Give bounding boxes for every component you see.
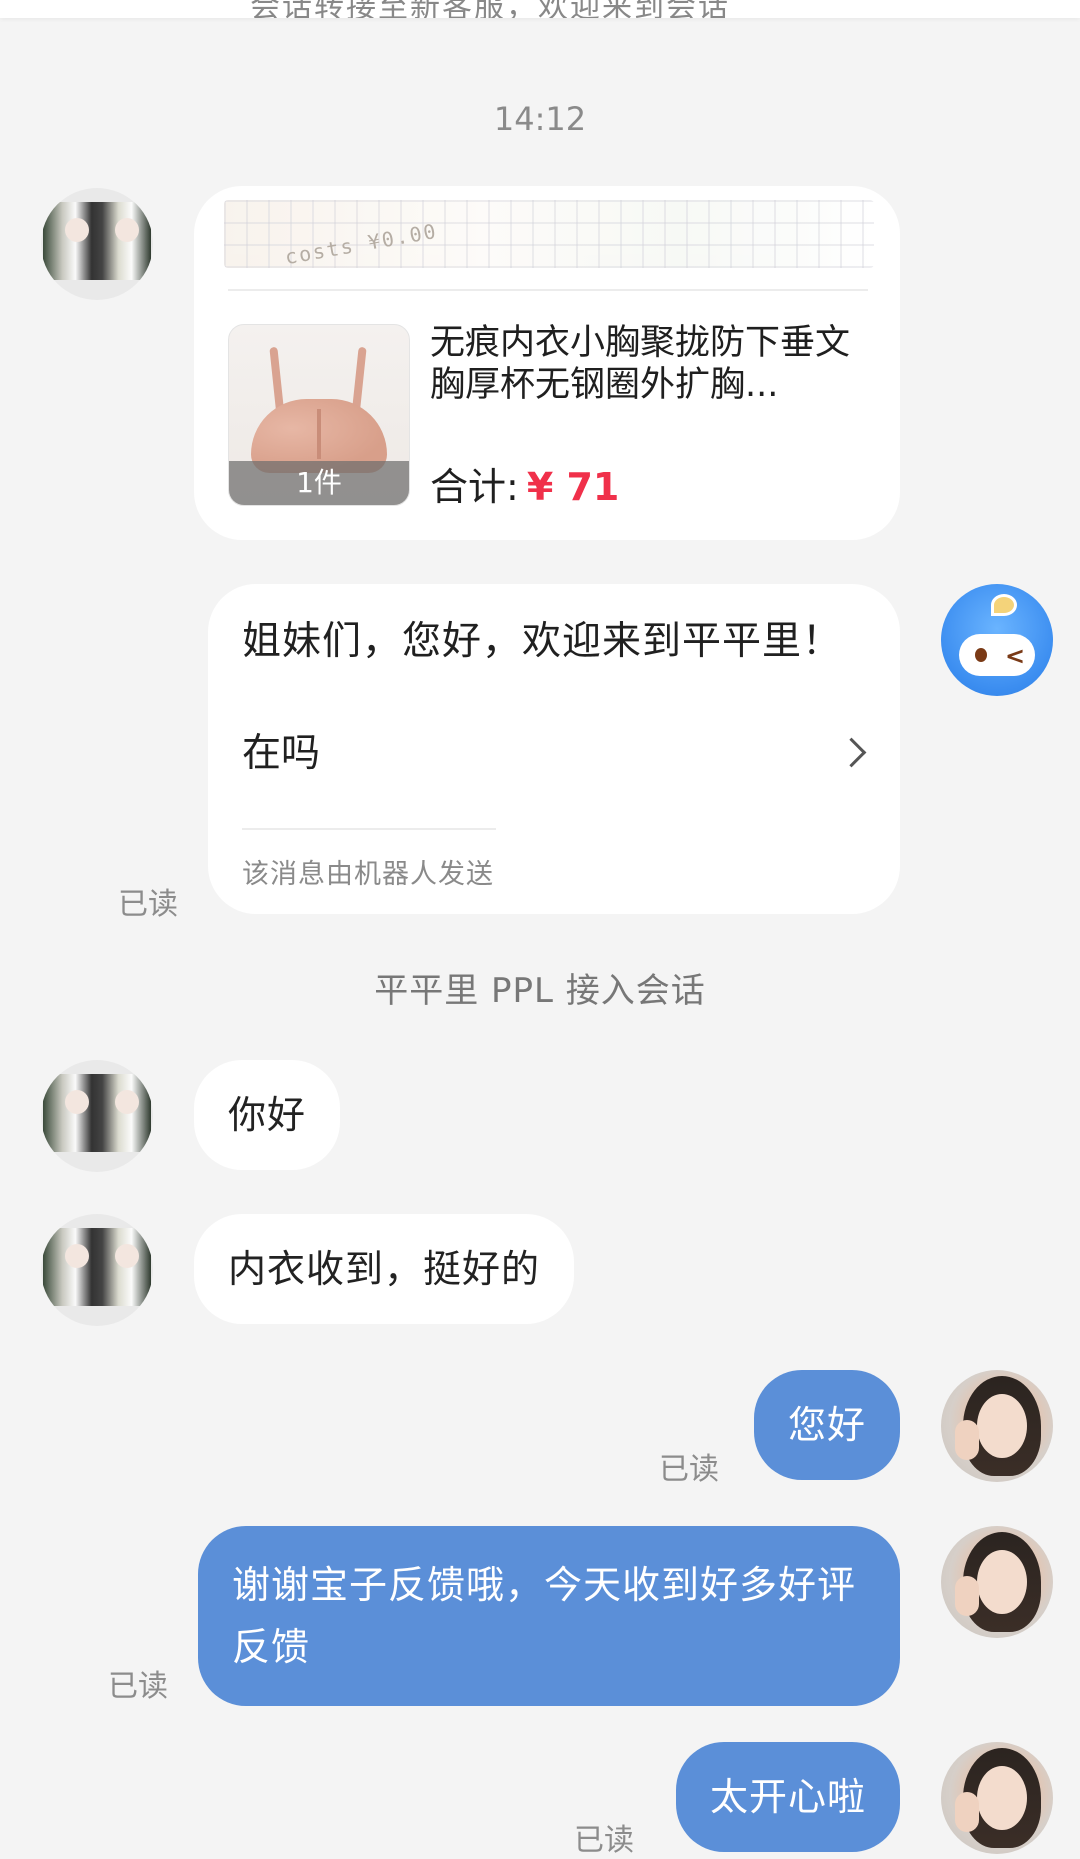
bot-quick-option[interactable]: 在吗 [242,714,872,794]
message-timestamp: 14:12 [493,100,587,138]
bot-divider [242,828,496,830]
bot-message-card: 姐妹们，您好，欢迎来到平平里！ 在吗 该消息由机器人发送 [208,584,900,914]
total-label: 合计: [430,465,519,509]
agent-avatar[interactable] [941,1742,1053,1854]
message-text: 谢谢宝子反馈哦，今天收到好多好评反馈 [232,1563,857,1669]
sprout-icon [991,594,1017,616]
product-thumbnail[interactable]: 1件 [228,324,410,506]
read-receipt: 已读 [659,1452,719,1487]
agent-message-bubble[interactable]: 太开心啦 [675,1742,900,1852]
message-text: 内衣收到，挺好的 [228,1247,541,1291]
order-product-card[interactable]: costs ¥0.00 1件 无痕内衣小胸聚拢防下垂文胸厚杯无钢圈外扩胸... … [194,186,900,540]
customer-avatar[interactable] [41,1214,153,1326]
bot-avatar[interactable]: < [941,584,1053,696]
agent-avatar[interactable] [941,1370,1053,1482]
wink-icon: < [1005,642,1026,670]
top-banner: 会话转接至新客服，欢迎来到会话 [0,0,1080,18]
customer-message-bubble[interactable]: 内衣收到，挺好的 [194,1214,575,1324]
agent-message-bubble[interactable]: 谢谢宝子反馈哦，今天收到好多好评反馈 [198,1526,900,1706]
total-price: ¥ 71 [526,465,620,509]
product-quantity: 1件 [229,461,409,505]
customer-avatar[interactable] [41,188,153,300]
agent-message-bubble[interactable]: 您好 [753,1370,900,1480]
chevron-right-icon [836,737,867,768]
session-system-notice: 平平里 PPL 接入会话 [374,971,706,1011]
order-total: 合计: ¥ 71 [430,456,619,511]
banner-text: costs ¥0.00 [283,218,440,270]
read-receipt: 已读 [574,1823,634,1858]
product-title[interactable]: 无痕内衣小胸聚拢防下垂文胸厚杯无钢圈外扩胸... [430,322,850,406]
message-text: 太开心啦 [709,1775,866,1819]
top-banner-text: 会话转接至新客服，欢迎来到会话 [250,0,730,18]
bot-option-label: 在吗 [242,731,321,776]
avatar-photo [43,202,151,280]
bot-footnote: 该消息由机器人发送 [242,859,494,890]
message-text: 您好 [787,1403,866,1447]
agent-avatar[interactable] [941,1526,1053,1638]
card-divider [228,289,868,291]
card-banner-image: costs ¥0.00 [224,200,874,270]
read-receipt: 已读 [108,1669,168,1704]
bot-greeting-text: 姐妹们，您好，欢迎来到平平里！ [242,619,843,664]
read-receipt: 已读 [118,887,178,922]
avatar-photo [43,1228,151,1306]
message-text: 你好 [228,1093,307,1137]
avatar-photo [43,1074,151,1152]
customer-avatar[interactable] [41,1060,153,1172]
customer-message-bubble[interactable]: 你好 [194,1060,341,1170]
